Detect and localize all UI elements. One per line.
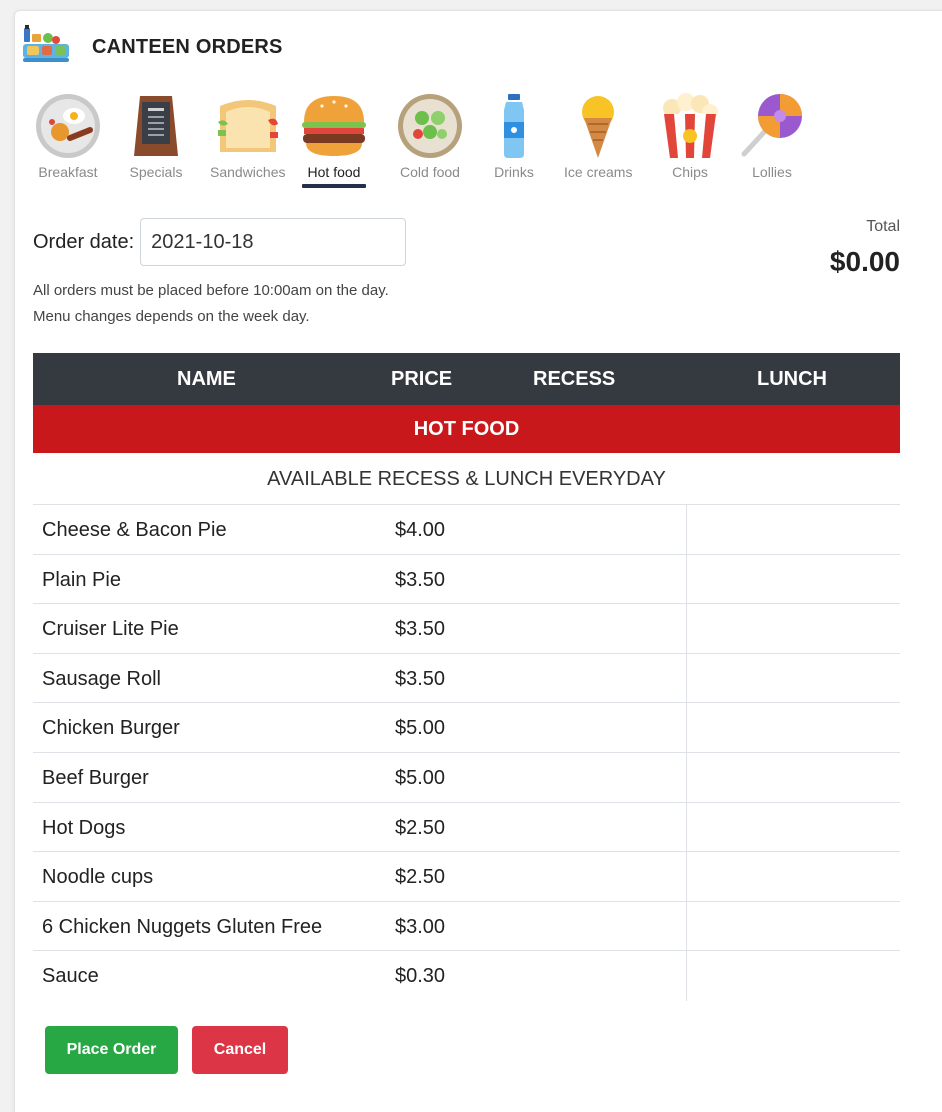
item-name: Hot Dogs [42,816,126,839]
table-row: 6 Chicken Nuggets Gluten Free $3.00 [33,901,900,952]
table-row: Chicken Burger $5.00 [33,703,900,753]
category-label: Sandwiches [210,164,286,180]
item-name: Plain Pie [42,568,121,591]
cancel-button[interactable]: Cancel [192,1026,288,1074]
table-row: Hot Dogs $2.50 [33,802,900,853]
item-name: Cruiser Lite Pie [42,618,179,641]
active-category-underline [302,184,366,188]
table-row: Plain Pie $3.50 [33,554,900,605]
category-label: Cold food [400,164,460,180]
item-price: $2.50 [395,866,446,889]
item-name: Sausage Roll [42,667,161,690]
column-divider [686,901,687,951]
column-header-lunch: LUNCH [757,368,827,390]
table-row: Noodle cups $2.50 [33,852,900,902]
burger-icon [302,96,366,156]
total-label: Total [866,218,900,235]
place-order-button[interactable]: Place Order [45,1026,178,1074]
item-price: $2.50 [395,816,446,839]
category-chips[interactable]: Chips [656,92,724,180]
item-price: $3.50 [395,667,446,690]
order-date-row: Order date: [33,218,407,266]
ice-cream-cone-icon [582,96,615,158]
item-name: Sauce [42,965,99,988]
column-divider [686,703,687,752]
category-cold-food[interactable]: Cold food [396,92,464,180]
salad-bowl-icon [398,94,462,158]
item-name: 6 Chicken Nuggets Gluten Free [42,915,323,938]
column-divider [686,852,687,901]
item-name: Noodle cups [42,866,154,889]
item-price: $3.00 [395,915,446,938]
menu-board-icon [134,96,178,156]
menu-table: NAME PRICE RECESS LUNCH HOT FOOD AVAILAB… [33,353,900,1001]
water-bottle-icon [504,94,524,158]
menu-changes-note: Menu changes depends on the week day. [33,308,310,325]
column-header-price: PRICE [391,368,453,390]
lollipop-icon [741,94,802,157]
column-divider [686,554,687,604]
item-name: Beef Burger [42,766,149,789]
column-divider [686,802,687,852]
category-lollies[interactable]: Lollies [738,92,806,180]
menu-rows: Cheese & Bacon Pie $4.00 Plain Pie $3.50 C… [33,505,900,1001]
order-date-label: Order date: [33,230,135,253]
breakfast-plate-icon [36,94,100,158]
canteen-logo-icon [23,25,69,62]
item-price: $4.00 [395,519,446,541]
item-price: $5.00 [395,766,446,789]
item-price: $3.50 [395,618,446,641]
item-price: $5.00 [395,717,446,740]
section-hot-food: HOT FOOD [33,405,900,453]
order-date-input[interactable] [140,218,407,266]
table-row: Sauce $0.30 [33,951,900,1001]
category-ice-creams[interactable]: Ice creams [564,92,632,180]
app-header: CANTEEN ORDERS [22,24,283,70]
table-row: Beef Burger $5.00 [33,752,900,803]
popcorn-icon [663,93,718,158]
app-title: CANTEEN ORDERS [92,35,283,58]
table-row: Cheese & Bacon Pie $4.00 [33,505,900,555]
column-header-recess: RECESS [533,368,616,390]
column-divider [686,951,687,1001]
item-price: $3.50 [395,568,446,591]
category-label: Breakfast [38,164,98,180]
column-divider [686,604,687,653]
category-label: Lollies [752,164,792,180]
category-label: Hot food [307,164,361,180]
table-row: Cruiser Lite Pie $3.50 [33,604,900,654]
category-label: Drinks [494,164,534,180]
item-name: Chicken Burger [42,717,180,740]
category-label: Ice creams [564,164,633,180]
category-drinks[interactable]: Drinks [480,92,548,180]
category-hot-food[interactable]: Hot food [300,92,368,188]
category-label: Chips [672,164,708,180]
category-breakfast[interactable]: Breakfast [34,92,102,180]
column-divider [686,505,687,554]
table-row: Sausage Roll $3.50 [33,653,900,704]
category-label: Specials [129,164,183,180]
category-sandwiches[interactable]: Sandwiches [210,92,286,180]
availability-subheading: AVAILABLE RECESS & LUNCH EVERYDAY [33,453,900,505]
column-header-name: NAME [177,368,236,390]
sandwich-icon [217,100,278,152]
column-divider [686,653,687,703]
item-name: Cheese & Bacon Pie [42,519,227,541]
column-divider [686,752,687,802]
total-value: $0.00 [829,246,900,277]
order-deadline-note: All orders must be placed before 10:00am… [33,282,389,299]
table-header: NAME PRICE RECESS LUNCH [33,353,900,405]
item-price: $0.30 [395,965,446,988]
category-specials[interactable]: Specials [122,92,190,180]
